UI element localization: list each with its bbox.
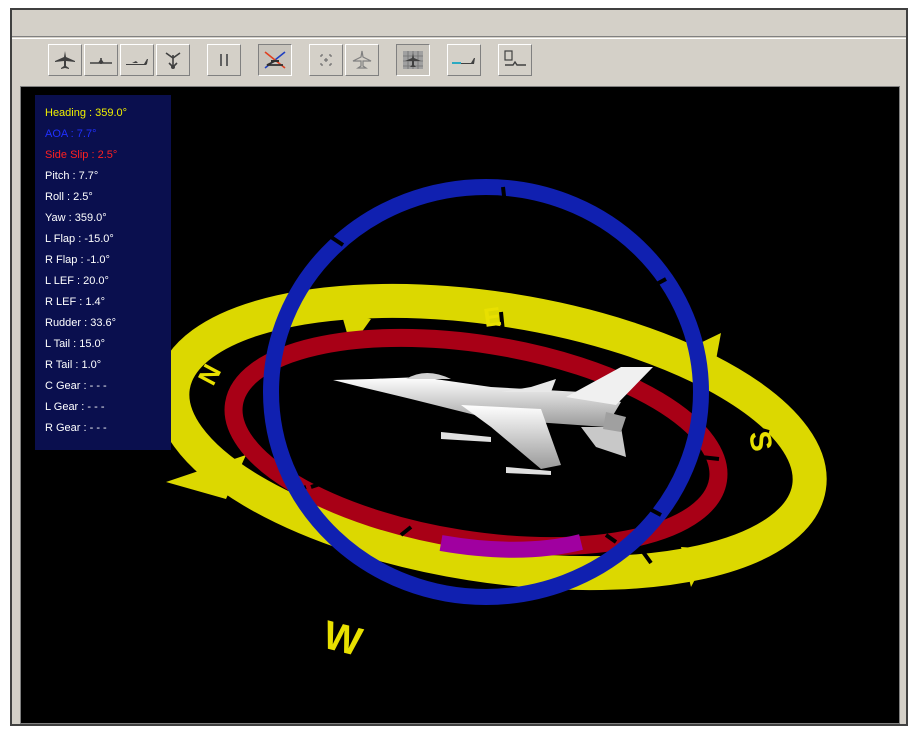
pause-icon xyxy=(220,54,228,66)
side-view-button[interactable] xyxy=(120,44,154,76)
aircraft-side-view-icon xyxy=(126,59,148,65)
grid-view-icon xyxy=(403,51,423,69)
data-plot-icon xyxy=(504,50,526,66)
rear-view-button[interactable] xyxy=(156,44,190,76)
aircraft-fuselage xyxy=(333,377,621,427)
flight-path-button[interactable] xyxy=(447,44,481,76)
l-tail-readout: L Tail : 15.0° xyxy=(45,338,106,350)
aircraft-canopy xyxy=(406,373,451,379)
roll-readout: Roll : 2.5° xyxy=(45,191,93,203)
data-plot-button[interactable] xyxy=(498,44,532,76)
3d-attitude-viewport[interactable]: N E S W Heading: 359.0° AOA: 7.7° Side… xyxy=(20,86,900,724)
side-slip-readout: Side Slip : 2.5° xyxy=(45,149,118,161)
heading-readout: Heading : 359.0° xyxy=(45,107,128,119)
flight-path-icon xyxy=(452,58,475,64)
yaw-readout: Yaw : 359.0° xyxy=(45,212,107,224)
aircraft-nozzle xyxy=(603,412,626,432)
compass-north-label: N xyxy=(192,359,227,390)
target-icon xyxy=(320,54,332,66)
r-gear-readout: R Gear : - - - xyxy=(45,422,107,434)
target-button[interactable] xyxy=(309,44,343,76)
r-lef-readout: R LEF : 1.4° xyxy=(45,296,106,308)
compass-south-label: S xyxy=(742,428,778,453)
aircraft-top-view-icon xyxy=(55,51,75,69)
pitch-readout: Pitch : 7.7° xyxy=(45,170,99,182)
toolbar xyxy=(12,38,906,87)
top-view-button[interactable] xyxy=(48,44,82,76)
c-gear-readout: C Gear : - - - xyxy=(45,380,107,392)
aoa-readout: AOA : 7.7° xyxy=(45,128,97,140)
aircraft-rear-view-icon xyxy=(165,52,181,69)
aircraft-outline-icon xyxy=(352,50,372,69)
r-flap-readout: R Flap : -1.0° xyxy=(45,254,110,266)
l-gear-readout: L Gear : - - - xyxy=(45,401,105,413)
grid-view-button[interactable] xyxy=(396,44,430,76)
axes-view-button[interactable] xyxy=(258,44,292,76)
compass-west-label: W xyxy=(319,613,367,665)
l-lef-readout: L LEF : 20.0° xyxy=(45,275,109,287)
r-tail-readout: R Tail : 1.0° xyxy=(45,359,102,371)
axes-view-icon xyxy=(264,51,286,69)
flight-data-panel: Heading : 359.0° AOA : 7.7° Side Slip : … xyxy=(35,95,171,450)
aircraft-front-view-icon xyxy=(90,58,112,64)
rudder-readout: Rudder : 33.6° xyxy=(45,317,117,329)
aircraft-missile-left xyxy=(441,432,491,442)
front-view-button[interactable] xyxy=(84,44,118,76)
ring-overlap xyxy=(439,534,583,558)
window-title-bar xyxy=(12,10,906,37)
pause-button[interactable] xyxy=(207,44,241,76)
aircraft-model xyxy=(333,367,653,475)
aircraft-outline-button[interactable] xyxy=(345,44,379,76)
app-window: N E S W Heading: 359.0° AOA: 7.7° Side… xyxy=(10,8,908,726)
l-flap-readout: L Flap : -15.0° xyxy=(45,233,114,245)
